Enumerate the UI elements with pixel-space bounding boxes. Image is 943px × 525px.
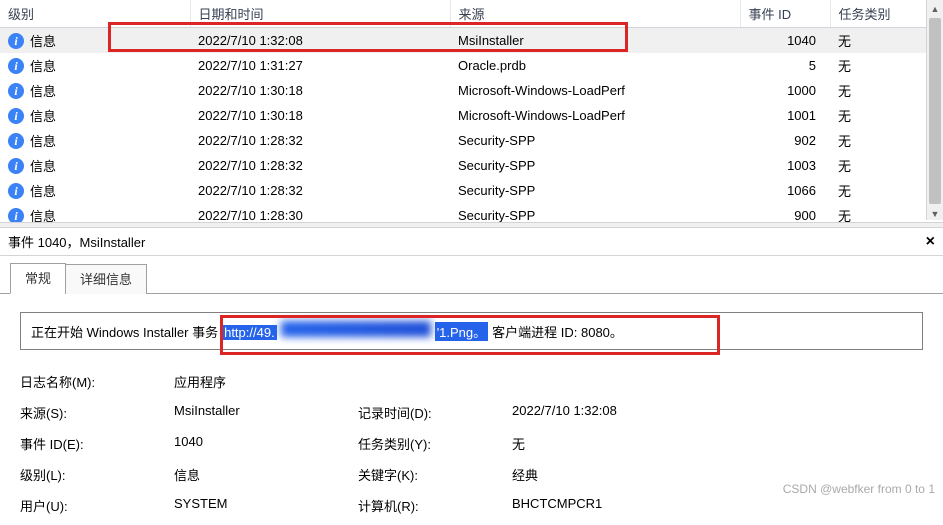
info-icon: i <box>8 158 24 174</box>
id-cell: 900 <box>740 203 830 222</box>
event-message-pre: 正在开始 Windows Installer 事务 <box>31 322 218 341</box>
scroll-thumb[interactable] <box>929 18 941 204</box>
level-cell: i 信息 <box>8 131 56 150</box>
level-text: 信息 <box>30 81 56 100</box>
source-cell: Oracle.prdb <box>450 53 740 78</box>
level-text: 信息 <box>30 131 56 150</box>
col-header-id[interactable]: 事件 ID <box>740 0 830 28</box>
time-cell: 2022/7/10 1:28:30 <box>190 203 450 222</box>
source-cell: Security-SPP <box>450 153 740 178</box>
level-text: 信息 <box>30 31 56 50</box>
event-message-box: 正在开始 Windows Installer 事务 http://49. '1.… <box>20 312 923 350</box>
time-cell: 2022/7/10 1:30:18 <box>190 103 450 128</box>
table-row[interactable]: i 信息 2022/7/10 1:30:18Microsoft-Windows-Lo… <box>0 103 943 128</box>
info-icon: i <box>8 133 24 149</box>
id-cell: 1001 <box>740 103 830 128</box>
details-pane-title: 事件 1040，MsiInstaller <box>8 232 145 251</box>
time-cell: 2022/7/10 1:28:32 <box>190 153 450 178</box>
info-icon: i <box>8 83 24 99</box>
source-cell: Security-SPP <box>450 178 740 203</box>
level-cell: i 信息 <box>8 56 56 75</box>
time-cell: 2022/7/10 1:28:32 <box>190 178 450 203</box>
level-cell: i 信息 <box>8 206 56 222</box>
level-cell: i 信息 <box>8 106 56 125</box>
label-log-time: 记录时间(D): <box>358 403 508 422</box>
table-row[interactable]: i信息2022/7/10 1:28:32Security-SPP1003无 <box>0 153 943 178</box>
table-row[interactable]: i信息2022/7/10 1:28:32Security-SPP902无 <box>0 128 943 153</box>
id-cell: 902 <box>740 128 830 153</box>
event-message-redacted <box>281 321 431 337</box>
id-cell: 1000 <box>740 78 830 103</box>
level-text: 信息 <box>30 156 56 175</box>
value-level: 信息 <box>174 465 354 484</box>
table-row[interactable]: i信息2022/7/10 1:31:27Oracle.prdb5无 <box>0 53 943 78</box>
source-cell: Microsoft-Windows-LoadPerf <box>450 78 740 103</box>
details-pane-header: 事件 1040，MsiInstaller × <box>0 228 943 256</box>
scroll-up-icon[interactable]: ▲ <box>927 0 943 17</box>
tab-details[interactable]: 详细信息 <box>65 264 147 294</box>
info-icon: i <box>8 108 24 124</box>
id-cell: 1003 <box>740 153 830 178</box>
info-icon: i <box>8 183 24 199</box>
source-cell: Microsoft-Windows-LoadPerf <box>450 103 740 128</box>
value-source: MsiInstaller <box>174 403 354 422</box>
vertical-scrollbar[interactable]: ▲ ▼ <box>926 0 943 220</box>
event-message-post: 客户端进程 ID: 8080。 <box>492 322 623 341</box>
event-message-url[interactable]: http://49. <box>222 325 277 340</box>
level-text: 信息 <box>30 106 56 125</box>
event-log-table[interactable]: 级别 日期和时间 来源 事件 ID 任务类别 i 信息 2022/7/10 1:32… <box>0 0 943 222</box>
level-text: 信息 <box>30 181 56 200</box>
table-row[interactable]: i信息2022/7/10 1:28:32Security-SPP1066无 <box>0 178 943 203</box>
value-log-time: 2022/7/10 1:32:08 <box>512 403 923 422</box>
label-user: 用户(U): <box>20 496 170 515</box>
info-icon: i <box>8 58 24 74</box>
label-level: 级别(L): <box>20 465 170 484</box>
scroll-down-icon[interactable]: ▼ <box>927 205 943 222</box>
label-task-cat: 任务类别(Y): <box>358 434 508 453</box>
info-icon: i <box>8 33 24 49</box>
value-log-name: 应用程序 <box>174 372 354 391</box>
table-row[interactable]: i 信息 2022/7/10 1:30:18Microsoft-Windows-Lo… <box>0 78 943 103</box>
source-cell: Security-SPP <box>450 128 740 153</box>
time-cell: 2022/7/10 1:28:32 <box>190 128 450 153</box>
label-keywords: 关键字(K): <box>358 465 508 484</box>
table-row[interactable]: i信息2022/7/10 1:28:30Security-SPP900无 <box>0 203 943 222</box>
id-cell: 1066 <box>740 178 830 203</box>
watermark: CSDN @webfker from 0 to 1 <box>783 482 935 496</box>
event-message-url-tail[interactable]: '1.Png。 <box>435 322 488 341</box>
label-event-id: 事件 ID(E): <box>20 434 170 453</box>
level-text: 信息 <box>30 206 56 222</box>
value-user: SYSTEM <box>174 496 354 515</box>
level-cell: i 信息 <box>8 31 56 50</box>
table-header-row: 级别 日期和时间 来源 事件 ID 任务类别 <box>0 0 943 28</box>
value-computer: BHCTCMPCR1 <box>512 496 923 515</box>
details-tabs: 常规 详细信息 <box>0 256 943 294</box>
time-cell: 2022/7/10 1:31:27 <box>190 53 450 78</box>
level-cell: i 信息 <box>8 181 56 200</box>
time-cell: 2022/7/10 1:30:18 <box>190 78 450 103</box>
label-computer: 计算机(R): <box>358 496 508 515</box>
col-header-source[interactable]: 来源 <box>450 0 740 28</box>
time-cell: 2022/7/10 1:32:08 <box>190 28 450 54</box>
id-cell: 5 <box>740 53 830 78</box>
label-source: 来源(S): <box>20 403 170 422</box>
table-row[interactable]: i信息2022/7/10 1:32:08MsiInstaller1040无 <box>0 28 943 54</box>
source-cell: MsiInstaller <box>450 28 740 54</box>
col-header-level[interactable]: 级别 <box>0 0 190 28</box>
source-cell: Security-SPP <box>450 203 740 222</box>
label-log-name: 日志名称(M): <box>20 372 170 391</box>
value-event-id: 1040 <box>174 434 354 453</box>
value-task-cat: 无 <box>512 434 923 453</box>
tab-general[interactable]: 常规 <box>10 263 66 294</box>
level-cell: i 信息 <box>8 156 56 175</box>
level-cell: i 信息 <box>8 81 56 100</box>
info-icon: i <box>8 208 24 223</box>
id-cell: 1040 <box>740 28 830 54</box>
close-icon[interactable]: × <box>926 233 935 251</box>
col-header-time[interactable]: 日期和时间 <box>190 0 450 28</box>
level-text: 信息 <box>30 56 56 75</box>
